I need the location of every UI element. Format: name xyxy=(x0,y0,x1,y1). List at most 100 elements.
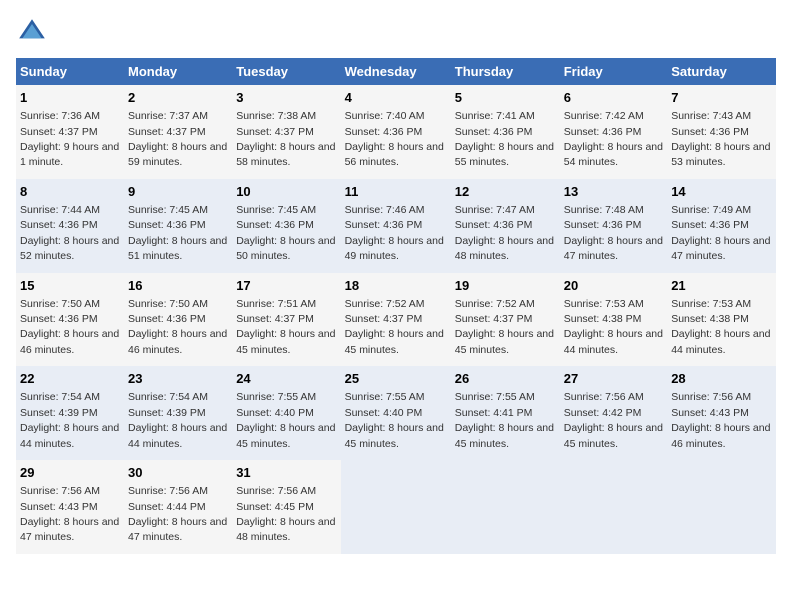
calendar-cell: 21 Sunrise: 7:53 AMSunset: 4:38 PMDayligh… xyxy=(667,273,776,367)
calendar-cell: 22 Sunrise: 7:54 AMSunset: 4:39 PMDayligh… xyxy=(16,366,124,460)
day-number: 27 xyxy=(564,370,663,388)
day-number: 25 xyxy=(345,370,447,388)
cell-content: Sunrise: 7:40 AMSunset: 4:36 PMDaylight:… xyxy=(345,110,444,168)
calendar-cell: 24 Sunrise: 7:55 AMSunset: 4:40 PMDayligh… xyxy=(232,366,340,460)
day-number: 4 xyxy=(345,89,447,107)
calendar-cell: 6 Sunrise: 7:42 AMSunset: 4:36 PMDaylight… xyxy=(560,85,667,179)
calendar-cell: 14 Sunrise: 7:49 AMSunset: 4:36 PMDayligh… xyxy=(667,179,776,273)
cell-content: Sunrise: 7:37 AMSunset: 4:37 PMDaylight:… xyxy=(128,110,227,168)
calendar-cell: 26Sunrise: 7:55 AMSunset: 4:41 PMDayligh… xyxy=(451,366,560,460)
day-number: 18 xyxy=(345,277,447,295)
weekday-header: Saturday xyxy=(667,58,776,85)
calendar-week-row: 15Sunrise: 7:50 AMSunset: 4:36 PMDayligh… xyxy=(16,273,776,367)
calendar-cell: 25 Sunrise: 7:55 AMSunset: 4:40 PMDayligh… xyxy=(341,366,451,460)
day-number: 11 xyxy=(345,183,447,201)
cell-content: Sunrise: 7:49 AMSunset: 4:36 PMDaylight:… xyxy=(671,204,770,262)
cell-content: Sunrise: 7:52 AMSunset: 4:37 PMDaylight:… xyxy=(455,298,554,356)
day-number: 16 xyxy=(128,277,228,295)
calendar-cell: 10 Sunrise: 7:45 AMSunset: 4:36 PMDayligh… xyxy=(232,179,340,273)
calendar-cell xyxy=(341,460,451,554)
header-row: SundayMondayTuesdayWednesdayThursdayFrid… xyxy=(16,58,776,85)
day-number: 13 xyxy=(564,183,663,201)
calendar-cell: 3 Sunrise: 7:38 AMSunset: 4:37 PMDaylight… xyxy=(232,85,340,179)
day-number: 14 xyxy=(671,183,772,201)
day-number: 9 xyxy=(128,183,228,201)
calendar-cell: 11 Sunrise: 7:46 AMSunset: 4:36 PMDayligh… xyxy=(341,179,451,273)
cell-content: Sunrise: 7:51 AMSunset: 4:37 PMDaylight:… xyxy=(236,298,335,356)
calendar-cell: 15Sunrise: 7:50 AMSunset: 4:36 PMDayligh… xyxy=(16,273,124,367)
calendar-week-row: 1 Sunrise: 7:36 AMSunset: 4:37 PMDaylight… xyxy=(16,85,776,179)
logo-icon xyxy=(16,16,48,48)
cell-content: Sunrise: 7:45 AMSunset: 4:36 PMDaylight:… xyxy=(128,204,227,262)
calendar-cell: 17 Sunrise: 7:51 AMSunset: 4:37 PMDayligh… xyxy=(232,273,340,367)
cell-content: Sunrise: 7:54 AMSunset: 4:39 PMDaylight:… xyxy=(20,391,119,449)
cell-content: Sunrise: 7:48 AMSunset: 4:36 PMDaylight:… xyxy=(564,204,663,262)
weekday-header: Monday xyxy=(124,58,232,85)
cell-content: Sunrise: 7:41 AMSunset: 4:36 PMDaylight:… xyxy=(455,110,554,168)
day-number: 1 xyxy=(20,89,120,107)
day-number: 31 xyxy=(236,464,336,482)
calendar-cell: 27Sunrise: 7:56 AMSunset: 4:42 PMDayligh… xyxy=(560,366,667,460)
calendar-cell: 30 Sunrise: 7:56 AMSunset: 4:44 PMDayligh… xyxy=(124,460,232,554)
day-number: 2 xyxy=(128,89,228,107)
cell-content: Sunrise: 7:54 AMSunset: 4:39 PMDaylight:… xyxy=(128,391,227,449)
cell-content: Sunrise: 7:43 AMSunset: 4:36 PMDaylight:… xyxy=(671,110,770,168)
day-number: 12 xyxy=(455,183,556,201)
day-number: 6 xyxy=(564,89,663,107)
cell-content: Sunrise: 7:44 AMSunset: 4:36 PMDaylight:… xyxy=(20,204,119,262)
day-number: 23 xyxy=(128,370,228,388)
calendar-cell xyxy=(560,460,667,554)
cell-content: Sunrise: 7:52 AMSunset: 4:37 PMDaylight:… xyxy=(345,298,444,356)
cell-content: Sunrise: 7:46 AMSunset: 4:36 PMDaylight:… xyxy=(345,204,444,262)
day-number: 7 xyxy=(671,89,772,107)
cell-content: Sunrise: 7:56 AMSunset: 4:44 PMDaylight:… xyxy=(128,485,227,543)
day-number: 8 xyxy=(20,183,120,201)
cell-content: Sunrise: 7:55 AMSunset: 4:40 PMDaylight:… xyxy=(345,391,444,449)
cell-content: Sunrise: 7:55 AMSunset: 4:41 PMDaylight:… xyxy=(455,391,554,449)
day-number: 10 xyxy=(236,183,336,201)
calendar-cell xyxy=(451,460,560,554)
calendar-cell: 29Sunrise: 7:56 AMSunset: 4:43 PMDayligh… xyxy=(16,460,124,554)
day-number: 15 xyxy=(20,277,120,295)
calendar-table: SundayMondayTuesdayWednesdayThursdayFrid… xyxy=(16,58,776,554)
weekday-header: Friday xyxy=(560,58,667,85)
cell-content: Sunrise: 7:45 AMSunset: 4:36 PMDaylight:… xyxy=(236,204,335,262)
cell-content: Sunrise: 7:53 AMSunset: 4:38 PMDaylight:… xyxy=(564,298,663,356)
weekday-header: Tuesday xyxy=(232,58,340,85)
cell-content: Sunrise: 7:55 AMSunset: 4:40 PMDaylight:… xyxy=(236,391,335,449)
day-number: 3 xyxy=(236,89,336,107)
calendar-cell: 13 Sunrise: 7:48 AMSunset: 4:36 PMDayligh… xyxy=(560,179,667,273)
cell-content: Sunrise: 7:56 AMSunset: 4:45 PMDaylight:… xyxy=(236,485,335,543)
calendar-cell: 20 Sunrise: 7:53 AMSunset: 4:38 PMDayligh… xyxy=(560,273,667,367)
calendar-cell: 5 Sunrise: 7:41 AMSunset: 4:36 PMDaylight… xyxy=(451,85,560,179)
weekday-header: Wednesday xyxy=(341,58,451,85)
calendar-cell: 23 Sunrise: 7:54 AMSunset: 4:39 PMDayligh… xyxy=(124,366,232,460)
day-number: 5 xyxy=(455,89,556,107)
calendar-cell: 12 Sunrise: 7:47 AMSunset: 4:36 PMDayligh… xyxy=(451,179,560,273)
calendar-cell: 2 Sunrise: 7:37 AMSunset: 4:37 PMDaylight… xyxy=(124,85,232,179)
day-number: 28 xyxy=(671,370,772,388)
cell-content: Sunrise: 7:56 AMSunset: 4:43 PMDaylight:… xyxy=(20,485,119,543)
calendar-cell: 28Sunrise: 7:56 AMSunset: 4:43 PMDayligh… xyxy=(667,366,776,460)
calendar-week-row: 22 Sunrise: 7:54 AMSunset: 4:39 PMDayligh… xyxy=(16,366,776,460)
weekday-header: Thursday xyxy=(451,58,560,85)
cell-content: Sunrise: 7:38 AMSunset: 4:37 PMDaylight:… xyxy=(236,110,335,168)
day-number: 17 xyxy=(236,277,336,295)
calendar-cell: 7 Sunrise: 7:43 AMSunset: 4:36 PMDaylight… xyxy=(667,85,776,179)
day-number: 30 xyxy=(128,464,228,482)
day-number: 19 xyxy=(455,277,556,295)
calendar-cell: 1 Sunrise: 7:36 AMSunset: 4:37 PMDaylight… xyxy=(16,85,124,179)
calendar-cell: 8 Sunrise: 7:44 AMSunset: 4:36 PMDaylight… xyxy=(16,179,124,273)
cell-content: Sunrise: 7:53 AMSunset: 4:38 PMDaylight:… xyxy=(671,298,770,356)
day-number: 20 xyxy=(564,277,663,295)
calendar-cell: 16Sunrise: 7:50 AMSunset: 4:36 PMDayligh… xyxy=(124,273,232,367)
calendar-cell: 31 Sunrise: 7:56 AMSunset: 4:45 PMDayligh… xyxy=(232,460,340,554)
day-number: 22 xyxy=(20,370,120,388)
header xyxy=(16,16,776,48)
logo xyxy=(16,16,52,48)
day-number: 24 xyxy=(236,370,336,388)
cell-content: Sunrise: 7:36 AMSunset: 4:37 PMDaylight:… xyxy=(20,110,119,168)
day-number: 21 xyxy=(671,277,772,295)
cell-content: Sunrise: 7:42 AMSunset: 4:36 PMDaylight:… xyxy=(564,110,663,168)
cell-content: Sunrise: 7:47 AMSunset: 4:36 PMDaylight:… xyxy=(455,204,554,262)
